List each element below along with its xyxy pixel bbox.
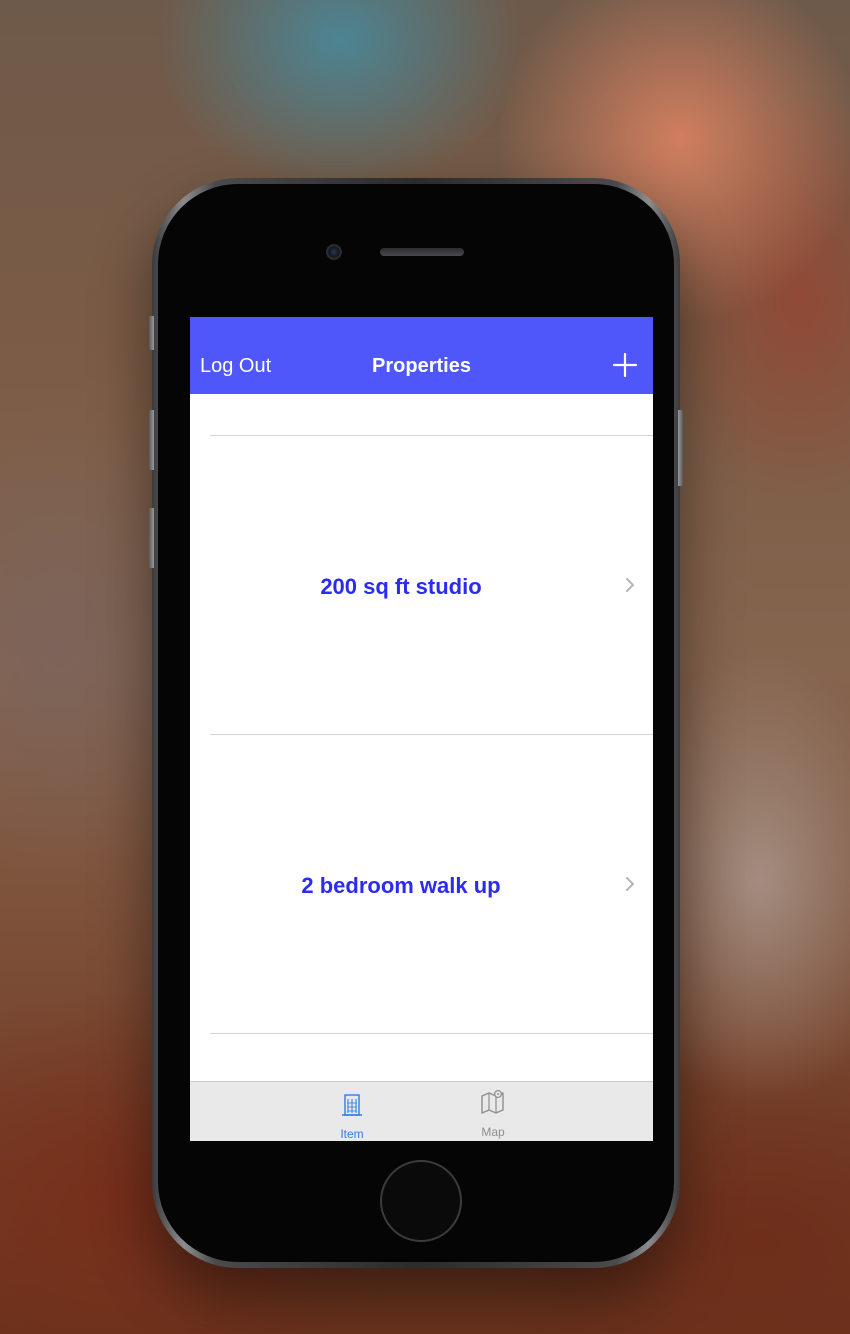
chevron-right-icon [626,877,634,891]
phone-device: Log Out Properties 200 sq ft studio 2 be… [149,178,683,1268]
mute-switch [149,316,154,350]
plus-icon[interactable] [611,351,639,379]
volume-down-button [149,508,154,568]
tab-label: Item [340,1127,364,1141]
list-separator [210,1033,653,1034]
tab-map[interactable]: Map [453,1082,533,1141]
list-item-label: 200 sq ft studio [320,574,482,599]
building-icon [342,1094,362,1116]
earpiece-speaker [380,248,464,256]
tab-bar: Item Map [190,1081,653,1141]
chevron-right-icon [626,578,634,592]
page-title: Properties [372,355,471,377]
front-camera [326,244,342,260]
power-button [678,410,683,486]
phone-bezel: Log Out Properties 200 sq ft studio 2 be… [158,184,674,1262]
map-icon [481,1089,504,1114]
home-button[interactable] [380,1160,462,1242]
list-item-label: 2 bedroom walk up [301,873,501,898]
volume-up-button [149,410,154,470]
navigation-bar: Log Out Properties [190,317,653,394]
app-screen: Log Out Properties 200 sq ft studio 2 be… [190,317,653,1141]
list-item[interactable]: 2 bedroom walk up [190,735,653,1033]
tab-label: Map [481,1125,505,1139]
list-item[interactable]: 200 sq ft studio [190,436,653,734]
tab-item[interactable]: Item [312,1082,392,1141]
